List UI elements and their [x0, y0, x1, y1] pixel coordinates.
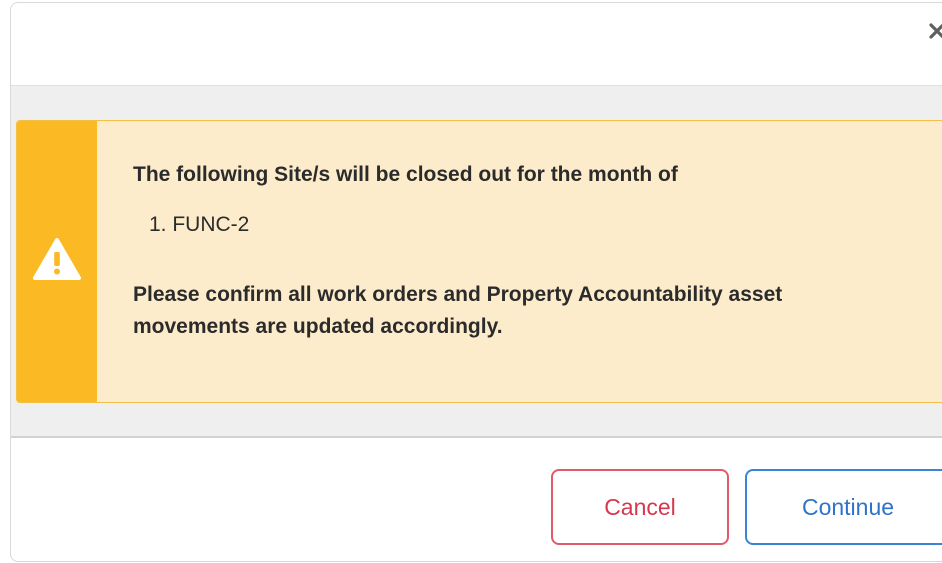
alert-note: Please confirm all work orders and Prope… — [133, 279, 913, 343]
site-list-item: 1. FUNC-2 — [149, 213, 250, 236]
warning-alert: The following Site/s will be closed out … — [16, 120, 942, 403]
dialog-header — [11, 3, 942, 86]
confirm-closeout-dialog: The following Site/s will be closed out … — [10, 2, 942, 562]
site-list: 1. FUNC-2 — [133, 211, 913, 239]
dialog-body: The following Site/s will be closed out … — [11, 86, 942, 438]
warning-triangle-icon — [32, 237, 82, 286]
alert-heading: The following Site/s will be closed out … — [133, 163, 678, 186]
close-button[interactable] — [921, 17, 942, 49]
cancel-button[interactable]: Cancel — [551, 469, 729, 545]
alert-note-line-1: Please confirm all work orders and Prope… — [133, 283, 783, 306]
close-icon — [927, 21, 942, 46]
alert-stripe — [17, 121, 97, 402]
continue-button[interactable]: Continue — [745, 469, 942, 545]
alert-note-line-2: movements are updated accordingly. — [133, 315, 503, 338]
dialog-footer: Cancel Continue — [11, 439, 942, 563]
alert-content: The following Site/s will be closed out … — [133, 161, 913, 343]
